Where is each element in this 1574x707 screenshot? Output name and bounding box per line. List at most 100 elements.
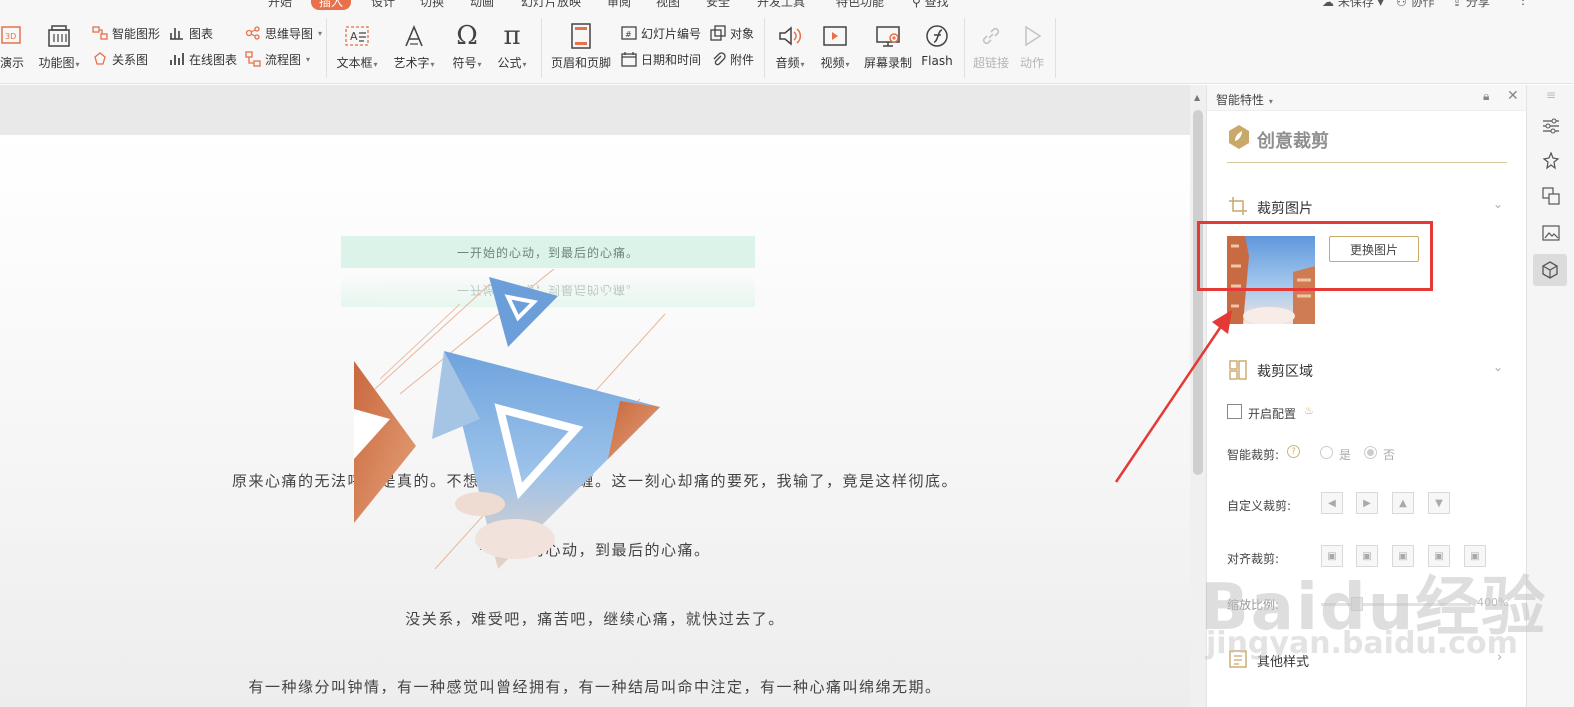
header-footer-icon [549,22,613,50]
unsaved-status[interactable]: ☁ 未保存 ▾ [1322,0,1384,10]
tab-animation[interactable]: 动画 [470,0,494,10]
link-icon [970,22,1012,50]
smart-graphic-icon [92,26,108,40]
more-menu-icon[interactable]: ⋮ [1517,0,1529,7]
tab-developer[interactable]: 开发工具 [757,0,805,10]
slide-number-label: 幻灯片编号 [641,26,702,41]
hyperlink-button[interactable]: 超链接 [970,22,1012,71]
tab-insert[interactable]: 插入 [311,0,352,10]
attachment-button[interactable]: 附件 [710,50,754,68]
tab-home[interactable]: 开始 [268,0,292,10]
screen-record-button[interactable]: 屏幕录制 [861,22,915,71]
symbol-button[interactable]: Ω 符号▾ [448,21,486,71]
online-chart-label: 在线图表 [189,52,238,67]
slide-banner[interactable]: 一开始的心动，到最后的心痛。 [341,236,755,268]
slide-text-line-4[interactable]: 有一种缘分叫钟情，有一种感觉叫曾经拥有，有一种结局叫命中注定，有一种心痛叫绵绵无… [0,676,1190,697]
crop-up-button[interactable]: ▲ [1392,492,1414,514]
close-icon[interactable]: ✕ [1507,88,1519,104]
collapse-chevron-icon[interactable]: ⌄ [1493,197,1503,211]
flowchart-button[interactable]: 流程图 ▾ [245,50,310,68]
mind-map-button[interactable]: 思维导图 ▾ [245,24,322,42]
crop-image-title: 裁剪图片 [1257,201,1313,217]
demo-label: 演示 [0,56,24,70]
panel-title-text: 智能特性 [1216,93,1265,107]
symbol-label: 符号▾ [452,56,482,70]
symbol-text: 符号 [452,56,477,70]
slide-number-button[interactable]: # 幻灯片编号 [621,24,701,42]
online-chart-button[interactable]: 在线图表 [169,50,237,68]
attachment-label: 附件 [730,52,755,67]
lock-icon[interactable]: 🔒︎ [1483,89,1489,104]
tab-security[interactable]: 安全 [706,0,730,10]
smart-graphic-button[interactable]: 智能图形 [92,24,160,42]
wordart-button[interactable]: 艺术字▾ [389,22,439,71]
crop-left-button[interactable]: ◀ [1321,492,1343,514]
video-button[interactable]: 视频▾ [815,22,855,71]
collapse-chevron-icon[interactable]: ⌄ [1493,360,1503,374]
formula-button[interactable]: π 公式▾ [493,21,531,71]
chart-button[interactable]: 图表 [169,24,213,42]
slide-text-line-3[interactable]: 没关系，难受吧，痛苦吧，继续心痛，就快过去了。 [0,608,1190,629]
tab-special[interactable]: 特色功能 [836,0,884,10]
header-footer-button[interactable]: 页眉和页脚 [549,22,613,71]
unsaved-label: 未保存 [1337,0,1374,9]
flash-label: Flash [921,54,953,68]
smart-crop-no-radio[interactable] [1364,446,1377,459]
function-chart-button[interactable]: 功能图▾ [36,22,82,71]
picture-icon[interactable] [1539,221,1563,245]
formula-text: 公式 [497,56,522,70]
wordart-label: 艺术字▾ [393,56,435,70]
action-label: 动作 [1019,56,1044,70]
pi-icon: π [503,21,521,51]
datetime-button[interactable]: 日期和时间 [621,50,701,68]
crop-area-title: 裁剪区域 [1257,364,1313,380]
object-button[interactable]: 对象 [710,24,754,42]
bar-chart-icon [170,28,183,40]
mind-map-icon [245,26,260,40]
function-chart-icon [36,22,82,50]
play-triangle-icon [1014,22,1050,50]
tab-view[interactable]: 视图 [656,0,680,10]
crop-down-button[interactable]: ▼ [1428,492,1450,514]
smart-crop-yes-radio[interactable] [1320,446,1333,459]
share-button[interactable]: ⇪ 分享 [1452,0,1490,10]
tab-slideshow[interactable]: 幻灯片放映 [521,0,581,10]
brand-divider [1227,162,1507,163]
tab-design[interactable]: 设计 [371,0,395,10]
arrow-down-icon: ▼ [1435,497,1443,509]
transition-icon[interactable] [1539,184,1563,208]
search-tab[interactable]: ⚲ 查找 [912,0,949,10]
ribbon-separator [964,18,965,78]
paperclip-icon [713,52,726,66]
arrow-right-icon: ▶ [1363,497,1371,509]
textbox-icon: A [332,22,382,50]
brand-title: 创意裁剪 [1257,131,1329,152]
smart-features-icon[interactable] [1533,254,1567,286]
collaborate-button[interactable]: ⚇ 协作 [1396,0,1435,10]
audio-button[interactable]: 音频▾ [770,22,810,71]
tab-transition[interactable]: 切换 [420,0,444,10]
creative-crop-picture[interactable] [340,269,680,569]
textbox-label: 文本框▾ [336,56,378,70]
animation-star-icon[interactable] [1539,149,1563,173]
crop-right-button[interactable]: ▶ [1356,492,1378,514]
video-text: 视频 [820,56,845,70]
help-icon[interactable]: ? [1287,445,1300,458]
scroll-up-icon[interactable]: ▲ [1194,93,1200,102]
settings-sliders-icon[interactable] [1539,114,1563,138]
hyperlink-label: 超链接 [972,56,1009,70]
tab-review[interactable]: 审阅 [607,0,631,10]
omega-icon: Ω [456,21,478,51]
person-icon: ⚇ [1396,0,1407,9]
ribbon: 开始 插入 设计 切换 动画 幻灯片放映 审阅 视图 安全 开发工具 特色功能 … [0,0,1574,84]
textbox-button[interactable]: A 文本框▾ [332,22,382,71]
demo-button[interactable]: 3D 演示 [0,22,32,71]
relation-chart-icon [94,52,106,65]
relation-chart-button[interactable]: 关系图 [92,50,148,68]
flash-button[interactable]: Flash [918,22,956,68]
collapse-icon[interactable]: ≡ [1539,83,1563,107]
panel-title[interactable]: 智能特性 ▾ [1216,91,1273,108]
action-button[interactable]: 动作 [1014,22,1050,71]
svg-text:3D: 3D [5,32,16,41]
slide-canvas[interactable]: 一开始的心动，到最后的心痛。 一开始的心动，到最后的心痛。 原来心痛的无法呼吸是… [0,135,1190,707]
